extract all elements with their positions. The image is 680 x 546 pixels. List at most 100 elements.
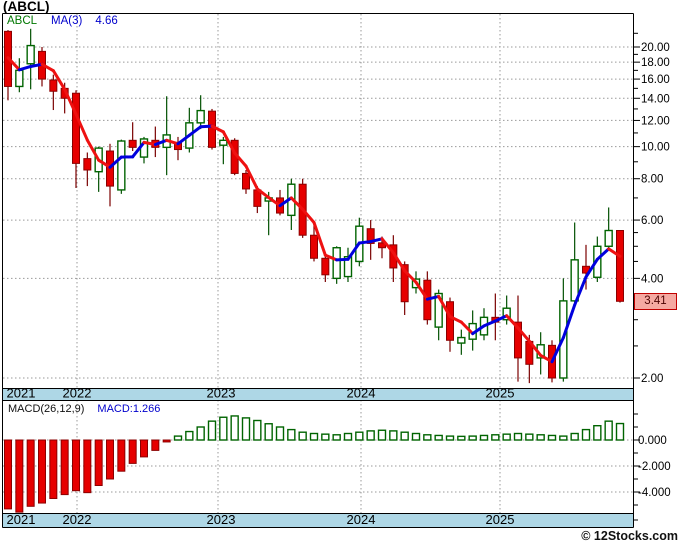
macd-bar-positive [332, 434, 341, 441]
macd-bar-positive [491, 434, 500, 441]
price-axis-label: 10.00 [641, 142, 670, 154]
price-axis-label: 18.00 [641, 57, 670, 69]
macd-bar-positive [604, 420, 613, 441]
macd-bar-positive [253, 419, 262, 441]
macd-bar-positive [207, 420, 217, 441]
macd-bar-positive [411, 432, 421, 441]
price-axis-label: 20.00 [641, 42, 670, 54]
macd-bar-positive [423, 434, 432, 441]
macd-bar-negative [49, 439, 58, 499]
year-label: 2025 [486, 512, 515, 527]
year-label: 2022 [63, 512, 92, 527]
candle-up [332, 247, 341, 280]
macd-bar-positive [173, 435, 183, 441]
macd-bar-positive [366, 430, 375, 441]
candle-down [321, 257, 330, 276]
macd-bar-positive [547, 434, 557, 441]
year-label: 2021 [7, 512, 36, 527]
macd-bar-positive [502, 433, 511, 441]
year-label: 2023 [207, 386, 236, 401]
candle-down [128, 139, 137, 148]
candle-up [219, 139, 228, 146]
candle-up [457, 336, 466, 344]
watermark: © 12Stocks.com [581, 529, 678, 543]
macd-bar-positive [457, 435, 466, 441]
macd-current-value: MACD:1.266 [97, 403, 161, 415]
macd-bar-positive [241, 417, 251, 441]
legend-ma-label: MA(3) [51, 15, 83, 27]
candle-down [72, 92, 80, 164]
year-label: 2024 [347, 512, 376, 527]
candle-down [208, 110, 216, 148]
page-title: (ABCL) [3, 0, 50, 14]
macd-axis-label: -2.000 [638, 461, 671, 473]
macd-bar-negative [140, 439, 148, 458]
macd-bar-positive [581, 428, 591, 441]
year-label: 2024 [347, 386, 376, 401]
macd-bar-positive [615, 422, 625, 441]
macd-histogram [4, 415, 625, 513]
macd-bar-positive [321, 433, 330, 441]
macd-bar-positive [445, 435, 455, 441]
ma-line [6, 56, 622, 364]
price-axis: 20.00 18.00 16.00 14.00 12.00 10.00 8.00 6.00 4.… [633, 32, 670, 385]
macd-bar-positive [298, 431, 307, 441]
macd-bar-negative [117, 439, 126, 472]
macd-bar-positive [570, 432, 579, 441]
macd-bar-positive [185, 430, 194, 441]
macd-legend: MACD(26,12,9) MACD:1.266 [8, 403, 160, 415]
price-gridlines [3, 46, 633, 379]
price-axis-label: 8.00 [641, 174, 663, 186]
candlesticks [4, 28, 624, 384]
macd-axis-label: 0.000 [638, 435, 667, 447]
price-axis-label: 4.00 [641, 273, 663, 285]
price-axis-label: 6.00 [641, 215, 663, 227]
macd-bar-positive [264, 423, 273, 441]
macd-bar-positive [479, 434, 489, 441]
legend-ma-value: 4.66 [95, 15, 118, 27]
macd-bar-positive [559, 435, 568, 441]
macd-bar-negative [38, 439, 46, 504]
legend-symbol: ABCL [7, 15, 38, 27]
macd-bar-positive [287, 428, 296, 441]
macd-bar-positive [355, 431, 364, 441]
macd-bar-positive [377, 429, 387, 441]
price-axis-label: 2.00 [641, 373, 663, 385]
price-axis-label: 12.00 [641, 115, 670, 127]
macd-bar-positive [219, 416, 228, 441]
macd-bar-positive [343, 432, 353, 441]
macd-bar-negative [151, 439, 160, 451]
macd-bar-positive [400, 431, 409, 441]
macd-bar-negative [128, 439, 137, 464]
candle-down [83, 158, 92, 171]
macd-bar-negative [60, 439, 69, 496]
price-axis-label: 14.00 [641, 93, 670, 105]
macd-bar-negative [83, 439, 92, 494]
macd-bar-positive [309, 432, 319, 441]
candle-up [570, 259, 579, 302]
year-label: 2021 [7, 386, 36, 401]
candle-down [242, 172, 250, 190]
macd-bar-positive [468, 435, 477, 441]
last-price-tag: 3.41 [634, 293, 677, 310]
macd-bar-negative [15, 439, 24, 513]
macd-axis: 0.000 -2.000 -4.000 [633, 413, 671, 521]
candle-up [26, 44, 35, 65]
candle-down [49, 79, 58, 92]
year-label: 2022 [63, 386, 92, 401]
macd-bar-negative [26, 439, 35, 507]
stock-chart-page: 20.00 18.00 16.00 14.00 12.00 10.00 8.00 6.00 4.… [0, 0, 680, 546]
macd-bar-positive [389, 430, 398, 441]
macd-params-label: MACD(26,12,9) [8, 403, 85, 415]
candle-up [117, 140, 126, 191]
candle-down [616, 230, 624, 302]
chart-canvas: 20.00 18.00 16.00 14.00 12.00 10.00 8.00 6.00 4.… [2, 13, 671, 528]
macd-bar-positive [434, 434, 443, 441]
macd-bar-negative [72, 439, 80, 492]
macd-bar-negative [4, 439, 12, 510]
macd-bar-negative [162, 439, 171, 443]
candle-down [310, 234, 318, 259]
macd-bar-positive [593, 425, 602, 441]
year-label: 2025 [486, 386, 515, 401]
candle-up [604, 229, 613, 247]
